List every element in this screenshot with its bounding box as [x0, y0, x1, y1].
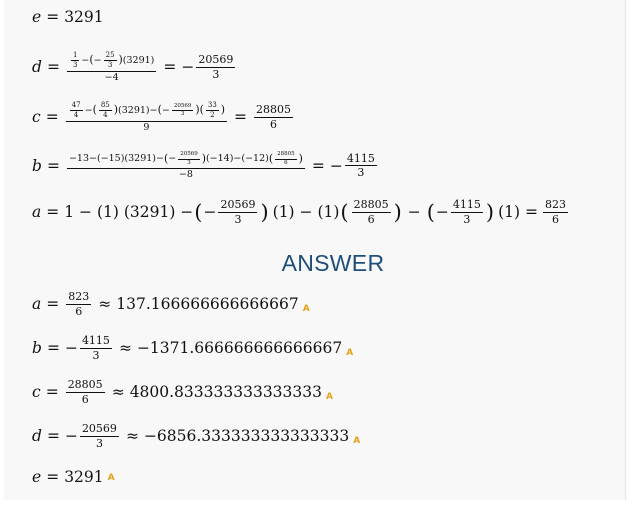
copy-answer-c-button[interactable]: A: [326, 392, 333, 405]
copy-answer-a-button[interactable]: A: [303, 304, 310, 317]
c-main-fraction: 47 4 −( 85 4 ) (3291) −(− 20569 3 )( 33 2 ) 9: [65, 101, 228, 133]
answer-row-c: c = 28805 6 ≈4800.833333333333333 A: [32, 378, 333, 406]
copy-answer-e-button[interactable]: A: [108, 473, 115, 486]
answer-row-b: b = − 4115 3 ≈ −1371.666666666666667 A: [32, 334, 354, 362]
step-d: d = 13 − (− 25 3 ) (3291) −4 = − 20569 3: [32, 51, 236, 83]
step-c: c = 47 4 −( 85 4 ) (3291) −(− 20569 3 )( 33 2 )…: [32, 101, 294, 133]
copy-answer-b-button[interactable]: A: [346, 348, 353, 361]
answer-row-a: a = 823 6 ≈137.166666666666667 A: [32, 290, 310, 318]
copy-answer-d-button[interactable]: A: [353, 436, 360, 449]
step-b: b = −13−(−15)(3291)−(− 20569 3 ) (−14)−(−12…: [32, 151, 377, 180]
b-main-fraction: −13−(−15)(3291)−(− 20569 3 ) (−14)−(−12)( …: [66, 151, 305, 180]
step-e: e = 3291: [32, 8, 104, 26]
step-a: a = 1 − (1) (3291) − (− 20569 3 ) (1) − (1…: [32, 198, 568, 226]
d-main-fraction: 13 − (− 25 3 ) (3291) −4: [66, 51, 157, 83]
answer-row-d: d = − 20569 3 ≈ −6856.333333333333333 A: [32, 422, 361, 450]
answer-heading: ANSWER: [281, 250, 385, 276]
answer-row-e: e = 3291 A: [32, 468, 115, 486]
